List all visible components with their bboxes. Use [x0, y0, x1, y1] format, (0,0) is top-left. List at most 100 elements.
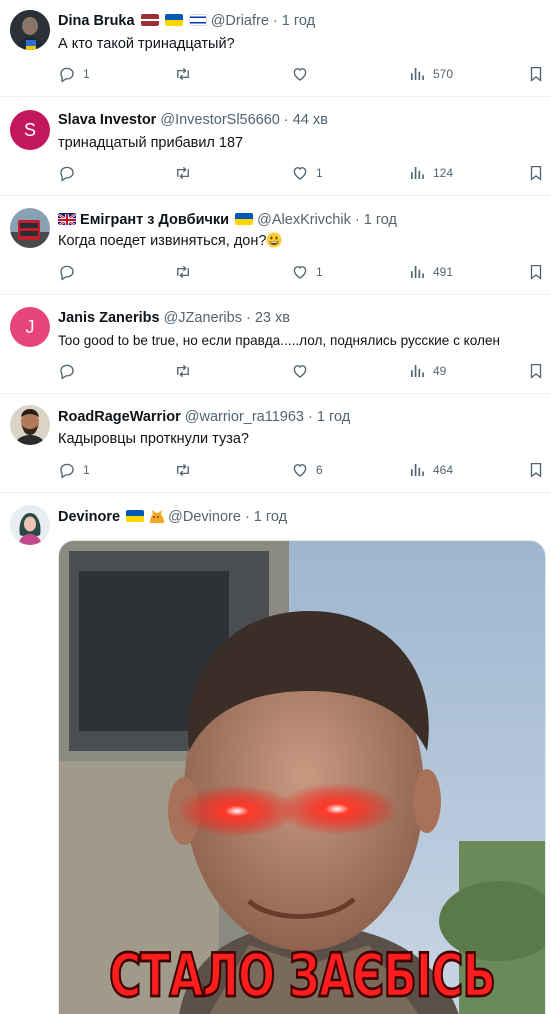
retweet-button[interactable]	[174, 263, 192, 281]
handle[interactable]: @AlexKrivchik	[257, 212, 351, 228]
action-bar: 1 124	[58, 164, 545, 184]
ukraine-flag-icon	[126, 510, 145, 522]
reply-icon	[58, 164, 76, 182]
timestamp[interactable]: · 44 хв	[284, 112, 328, 128]
like-button[interactable]: 1	[291, 263, 323, 281]
views-button[interactable]: 464	[408, 461, 453, 479]
bookmark-icon	[527, 362, 545, 380]
cat-icon	[150, 510, 165, 523]
action-bar: 1 6 464	[58, 461, 545, 481]
reply-icon	[58, 461, 76, 479]
reply-icon	[58, 362, 76, 380]
views-icon	[408, 65, 426, 83]
timestamp[interactable]: · 1 год	[245, 509, 287, 525]
retweet-icon	[174, 65, 192, 83]
like-button[interactable]	[291, 65, 309, 83]
retweet-button[interactable]	[174, 164, 192, 182]
action-bar: 1 570	[58, 65, 545, 85]
views-button[interactable]: 570	[408, 65, 453, 83]
avatar[interactable]: S	[10, 110, 50, 150]
views-button[interactable]: 49	[408, 362, 446, 380]
display-name[interactable]: Slava Investor	[58, 112, 156, 128]
retweet-icon	[174, 164, 192, 182]
avatar[interactable]	[10, 208, 50, 248]
heart-icon	[291, 65, 309, 83]
heart-icon	[291, 164, 309, 182]
retweet-button[interactable]	[174, 461, 192, 479]
handle[interactable]: @Driafre	[211, 13, 269, 29]
timestamp[interactable]: · 23 хв	[246, 310, 290, 326]
latvia-flag-icon	[140, 14, 159, 26]
views-button[interactable]: 491	[408, 263, 453, 281]
heart-icon	[291, 461, 309, 479]
handle[interactable]: @Devinore	[168, 509, 241, 525]
views-icon	[408, 164, 426, 182]
views-icon	[408, 362, 426, 380]
handle[interactable]: @warrior_ra11963	[185, 409, 304, 425]
tweet-2[interactable]: S Slava Investor @InvestorSl56660 · 44 х…	[0, 97, 551, 196]
tweet-text: тринадцатый прибавил 187	[58, 135, 244, 151]
tweet-4[interactable]: J Janis Zaneribs @JZaneribs · 23 хв Too …	[0, 295, 551, 394]
reply-button[interactable]: 1	[58, 461, 90, 479]
tweet-text-content: Когда поедет извиняться, дон?	[58, 233, 267, 249]
avatar[interactable]	[10, 405, 50, 445]
tweet-media-image[interactable]: СТАЛО ЗАЄБІСЬ	[58, 540, 546, 1014]
like-button[interactable]: 6	[291, 461, 323, 479]
bookmark-icon	[527, 263, 545, 281]
tweet-3[interactable]: Емігрант з Довбички @AlexKrivchik · 1 го…	[0, 196, 551, 295]
avatar[interactable]	[10, 10, 50, 50]
like-button[interactable]	[291, 362, 309, 380]
tweet-text: Кадыровцы проткнули туза?	[58, 431, 249, 447]
handle[interactable]: @InvestorSl56660	[160, 112, 280, 128]
reply-button[interactable]	[58, 362, 76, 380]
uk-flag-icon	[58, 213, 76, 225]
display-name[interactable]: RoadRageWarrior	[58, 409, 181, 425]
meme-caption: СТАЛО ЗАЄБІСЬ	[108, 941, 497, 1013]
bookmark-button[interactable]	[527, 461, 545, 479]
timestamp[interactable]: · 1 год	[355, 212, 397, 228]
action-bar: 49	[58, 362, 545, 382]
ukraine-flag-icon	[164, 14, 183, 26]
avatar[interactable]: J	[10, 307, 50, 347]
avatar-photo	[10, 405, 50, 445]
bookmark-icon	[527, 65, 545, 83]
timestamp[interactable]: · 1 год	[308, 409, 350, 425]
display-name[interactable]: Емігрант з Довбички	[80, 212, 229, 228]
avatar[interactable]	[10, 505, 50, 545]
reply-button[interactable]	[58, 263, 76, 281]
retweet-button[interactable]	[174, 65, 192, 83]
avatar-photo	[10, 208, 50, 248]
display-name[interactable]: Janis Zaneribs	[58, 310, 160, 326]
tweet-5[interactable]: RoadRageWarrior @warrior_ra11963 · 1 год…	[0, 394, 551, 493]
israel-flag-icon	[188, 14, 207, 26]
avatar-letter: J	[25, 316, 35, 337]
handle[interactable]: @JZaneribs	[164, 310, 242, 326]
avatar-letter: S	[23, 119, 36, 140]
avatar-photo	[10, 505, 50, 545]
bookmark-button[interactable]	[527, 263, 545, 281]
reply-icon	[58, 263, 76, 281]
bookmark-button[interactable]	[527, 362, 545, 380]
bookmark-icon	[527, 164, 545, 182]
bookmark-button[interactable]	[527, 164, 545, 182]
bookmark-button[interactable]	[527, 65, 545, 83]
retweet-icon	[174, 362, 192, 380]
ukraine-flag-icon	[235, 213, 254, 225]
tweet-1[interactable]: Dina Bruka @Driafre · 1 год А кто такой …	[0, 0, 551, 97]
views-icon	[408, 461, 426, 479]
reply-button[interactable]: 1	[58, 65, 90, 83]
avatar-photo	[10, 10, 50, 50]
display-name[interactable]: Dina Bruka	[58, 13, 135, 29]
heart-icon	[291, 362, 309, 380]
tweet-text: А кто такой тринадцатый?	[58, 36, 235, 52]
reply-button[interactable]	[58, 164, 76, 182]
display-name[interactable]: Devinore	[58, 509, 120, 525]
timestamp[interactable]: · 1 год	[273, 13, 315, 29]
retweet-button[interactable]	[174, 362, 192, 380]
like-button[interactable]: 1	[291, 164, 323, 182]
views-button[interactable]: 124	[408, 164, 453, 182]
heart-icon	[291, 263, 309, 281]
retweet-icon	[174, 263, 192, 281]
retweet-icon	[174, 461, 192, 479]
views-icon	[408, 263, 426, 281]
